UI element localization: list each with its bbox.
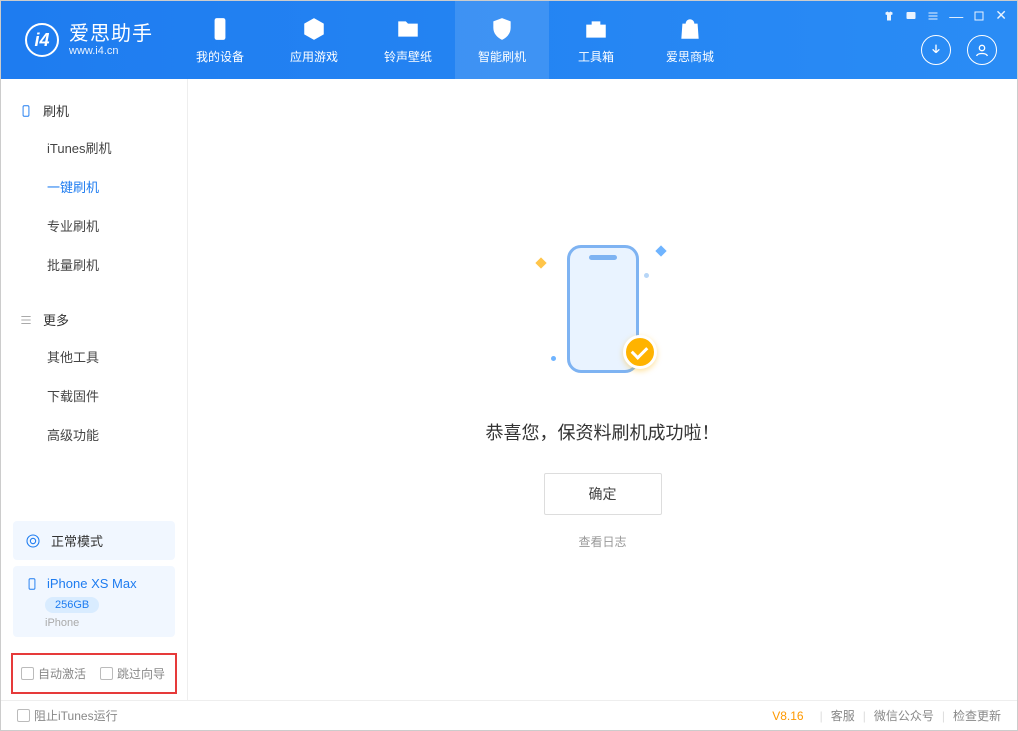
main-content: 恭喜您，保资料刷机成功啦！ 确定 查看日志 — [188, 79, 1017, 700]
phone-icon — [25, 577, 39, 591]
nav-label: 爱思商城 — [666, 48, 714, 65]
sidebar-item-other-tools[interactable]: 其他工具 — [1, 337, 187, 376]
footer-link-wechat[interactable]: 微信公众号 — [874, 707, 934, 724]
menu-icon[interactable] — [927, 10, 939, 22]
cube-icon — [301, 16, 327, 42]
footer-link-support[interactable]: 客服 — [831, 707, 855, 724]
sidebar-item-onekey-flash[interactable]: 一键刷机 — [1, 167, 187, 206]
sidebar-head-flash: 刷机 — [1, 93, 187, 128]
dot-icon — [551, 356, 556, 361]
nav-label: 智能刷机 — [478, 48, 526, 65]
checkbox-skip-guide[interactable]: 跳过向导 — [100, 665, 165, 682]
footer-link-update[interactable]: 检查更新 — [953, 707, 1001, 724]
device-card[interactable]: iPhone XS Max 256GB iPhone — [13, 566, 175, 637]
sidebar-head-more: 更多 — [1, 302, 187, 337]
list-icon — [19, 313, 33, 327]
music-folder-icon — [395, 16, 421, 42]
device-name-row: iPhone XS Max — [25, 576, 163, 591]
window-controls: — ✕ — [883, 7, 1007, 24]
nav-apps-games[interactable]: 应用游戏 — [267, 1, 361, 79]
device-type: iPhone — [45, 617, 163, 629]
success-illustration — [523, 229, 683, 389]
nav-label: 铃声壁纸 — [384, 48, 432, 65]
sidebar-section-flash: 刷机 iTunes刷机 一键刷机 专业刷机 批量刷机 — [1, 79, 187, 288]
checkbox-block-itunes[interactable]: 阻止iTunes运行 — [17, 707, 118, 724]
check-badge-icon — [623, 335, 657, 369]
header-right-actions — [921, 35, 997, 65]
sidebar-item-batch-flash[interactable]: 批量刷机 — [1, 245, 187, 284]
maximize-button[interactable] — [973, 10, 985, 22]
logo-area: i4 爱思助手 www.i4.cn — [1, 23, 173, 57]
sidebar-section-more: 更多 其他工具 下载固件 高级功能 — [1, 288, 187, 458]
sidebar-item-pro-flash[interactable]: 专业刷机 — [1, 206, 187, 245]
app-title: 爱思助手 — [69, 23, 153, 45]
minimize-button[interactable]: — — [949, 8, 963, 24]
nav-label: 我的设备 — [196, 48, 244, 65]
nav-my-device[interactable]: 我的设备 — [173, 1, 267, 79]
sparkle-icon — [655, 245, 666, 256]
sparkle-icon — [535, 257, 546, 268]
shirt-icon[interactable] — [883, 10, 895, 22]
device-mode-status[interactable]: 正常模式 — [13, 521, 175, 560]
logo-text: 爱思助手 www.i4.cn — [69, 23, 153, 57]
logo-icon: i4 — [25, 23, 59, 57]
view-log-link[interactable]: 查看日志 — [578, 533, 626, 550]
toolbox-icon — [583, 16, 609, 42]
version-label: V8.16 — [772, 709, 803, 723]
success-message: 恭喜您，保资料刷机成功啦！ — [486, 419, 720, 445]
app-subtitle: www.i4.cn — [69, 45, 153, 57]
dot-icon — [644, 273, 649, 278]
sidebar-item-download-firmware[interactable]: 下载固件 — [1, 376, 187, 415]
sync-icon — [25, 533, 41, 549]
download-button[interactable] — [921, 35, 951, 65]
close-button[interactable]: ✕ — [995, 7, 1007, 24]
status-label: 正常模式 — [51, 531, 103, 550]
checkbox-label: 自动激活 — [38, 665, 86, 682]
nav-toolbox[interactable]: 工具箱 — [549, 1, 643, 79]
nav-label: 应用游戏 — [290, 48, 338, 65]
checkbox-auto-activate[interactable]: 自动激活 — [21, 665, 86, 682]
checkbox-icon — [100, 667, 113, 680]
nav-label: 工具箱 — [578, 48, 614, 65]
checkbox-label: 跳过向导 — [117, 665, 165, 682]
section-title: 更多 — [43, 310, 69, 329]
nav-flash[interactable]: 智能刷机 — [455, 1, 549, 79]
checkbox-icon — [17, 709, 30, 722]
bag-icon — [677, 16, 703, 42]
body: 刷机 iTunes刷机 一键刷机 专业刷机 批量刷机 更多 其他工具 下载固件 … — [1, 79, 1017, 700]
sidebar-item-advanced[interactable]: 高级功能 — [1, 415, 187, 454]
ok-button[interactable]: 确定 — [544, 473, 662, 515]
feedback-icon[interactable] — [905, 10, 917, 22]
user-button[interactable] — [967, 35, 997, 65]
device-name: iPhone XS Max — [47, 576, 137, 591]
footer-links: | 客服 | 微信公众号 | 检查更新 — [820, 707, 1001, 724]
titlebar: i4 爱思助手 www.i4.cn 我的设备 应用游戏 铃声壁纸 智能刷机 工具… — [1, 1, 1017, 79]
section-title: 刷机 — [43, 101, 69, 120]
footer: 阻止iTunes运行 V8.16 | 客服 | 微信公众号 | 检查更新 — [1, 700, 1017, 730]
device-icon — [207, 16, 233, 42]
sidebar: 刷机 iTunes刷机 一键刷机 专业刷机 批量刷机 更多 其他工具 下载固件 … — [1, 79, 188, 700]
flash-options-highlighted: 自动激活 跳过向导 — [11, 653, 177, 694]
refresh-shield-icon — [489, 16, 515, 42]
checkbox-icon — [21, 667, 34, 680]
phone-icon — [19, 104, 33, 118]
device-storage: 256GB — [45, 597, 99, 613]
main-nav: 我的设备 应用游戏 铃声壁纸 智能刷机 工具箱 爱思商城 — [173, 1, 737, 79]
checkbox-label: 阻止iTunes运行 — [34, 707, 118, 724]
nav-store[interactable]: 爱思商城 — [643, 1, 737, 79]
sidebar-item-itunes-flash[interactable]: iTunes刷机 — [1, 128, 187, 167]
nav-ringtones[interactable]: 铃声壁纸 — [361, 1, 455, 79]
